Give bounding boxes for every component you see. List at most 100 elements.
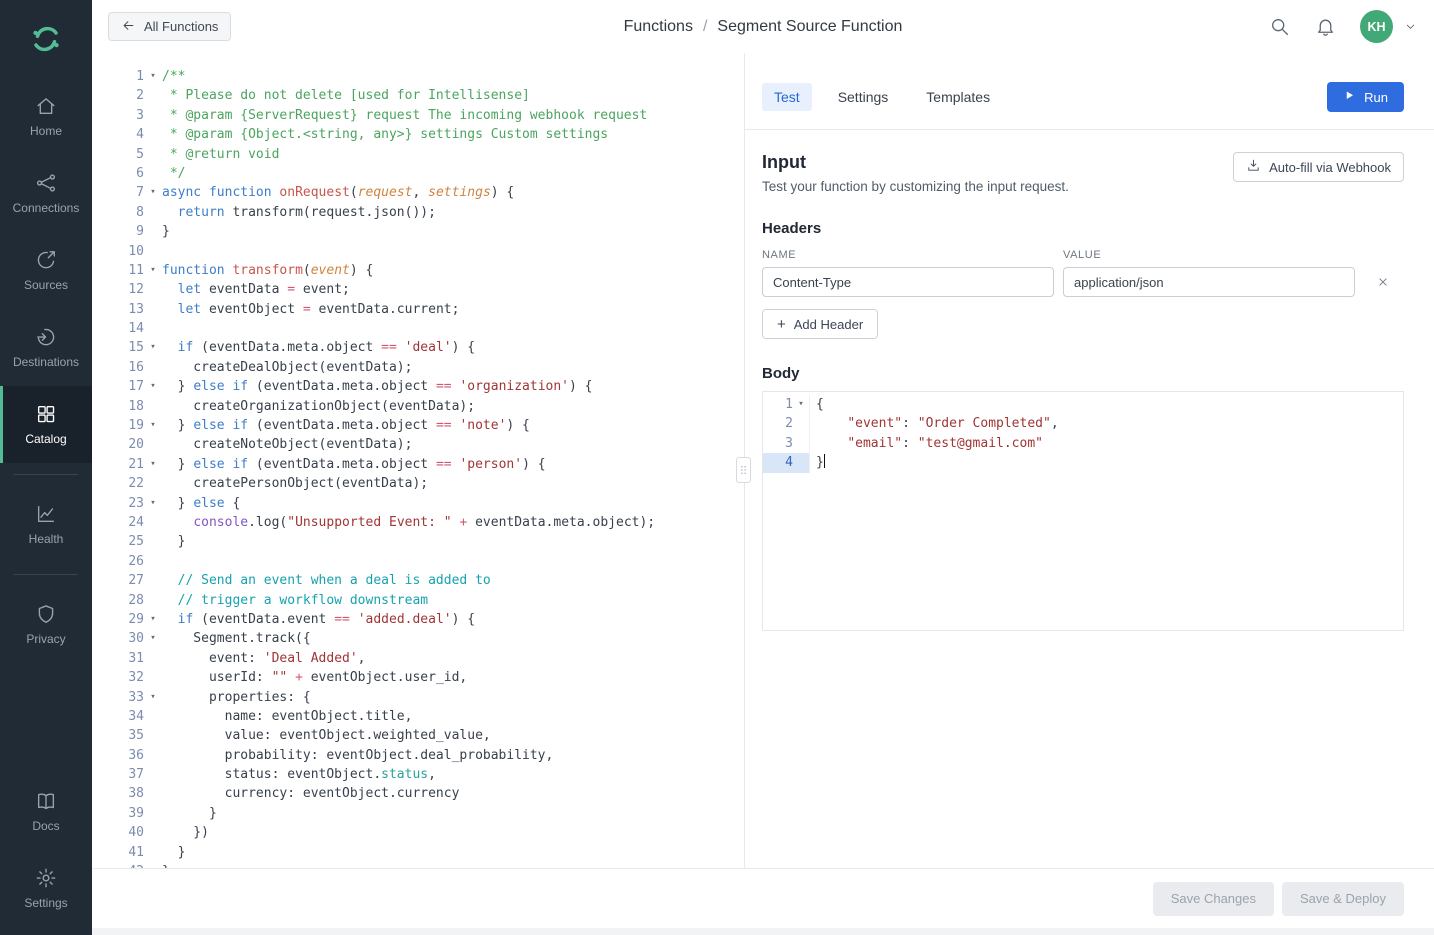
code-line[interactable]: 9} xyxy=(92,222,744,241)
fold-arrow-icon[interactable]: ▾ xyxy=(144,338,162,357)
fold-arrow-icon[interactable]: ▾ xyxy=(144,688,162,707)
code-line[interactable]: 41 } xyxy=(92,843,744,862)
fold-arrow-icon[interactable]: ▾ xyxy=(144,67,162,86)
code-line[interactable]: 20 createNoteObject(eventData); xyxy=(92,435,744,454)
code-line[interactable]: 28 // trigger a workflow downstream xyxy=(92,591,744,610)
breadcrumb-functions[interactable]: Functions xyxy=(624,18,693,36)
fold-arrow-icon[interactable]: ▾ xyxy=(793,395,809,414)
code-editor[interactable]: 1▾/**2 * Please do not delete [used for … xyxy=(92,53,744,868)
code-line[interactable]: 15▾ if (eventData.meta.object == 'deal')… xyxy=(92,338,744,357)
code-line[interactable]: 19▾ } else if (eventData.meta.object == … xyxy=(92,416,744,435)
code-line[interactable]: 32 userId: "" + eventObject.user_id, xyxy=(92,668,744,687)
line-number: 34 xyxy=(92,707,144,726)
sidebar-item-settings[interactable]: Settings xyxy=(0,850,92,927)
code-line[interactable]: 3 * @param {ServerRequest} request The i… xyxy=(92,106,744,125)
code-line[interactable]: 26 xyxy=(92,552,744,571)
code-line[interactable]: 31 event: 'Deal Added', xyxy=(92,649,744,668)
sidebar-item-connections[interactable]: Connections xyxy=(0,155,92,232)
code-line[interactable]: 14 xyxy=(92,319,744,338)
code-line[interactable]: 38 currency: eventObject.currency xyxy=(92,784,744,803)
sidebar-item-destinations[interactable]: Destinations xyxy=(0,309,92,386)
code-line[interactable]: 4 * @param {Object.<string, any>} settin… xyxy=(92,125,744,144)
code-line[interactable]: 21▾ } else if (eventData.meta.object == … xyxy=(92,455,744,474)
code-line[interactable]: 2 * Please do not delete [used for Intel… xyxy=(92,86,744,105)
avatar[interactable]: KH xyxy=(1360,10,1393,43)
code-line[interactable]: 1▾{ xyxy=(763,395,1403,414)
fold-arrow-icon[interactable]: ▾ xyxy=(144,377,162,396)
add-header-button[interactable]: + Add Header xyxy=(762,309,878,339)
sidebar-item-privacy[interactable]: Privacy xyxy=(0,586,92,663)
code-line[interactable]: 7▾async function onRequest(request, sett… xyxy=(92,183,744,202)
autofill-webhook-button[interactable]: Auto-fill via Webhook xyxy=(1233,152,1404,182)
chevron-down-icon[interactable] xyxy=(1405,21,1416,32)
fold-arrow-icon[interactable]: ▾ xyxy=(144,183,162,202)
code-line[interactable]: 35 value: eventObject.weighted_value, xyxy=(92,726,744,745)
code-line[interactable]: 24 console.log("Unsupported Event: " + e… xyxy=(92,513,744,532)
code-line[interactable]: 22 createPersonObject(eventData); xyxy=(92,474,744,493)
segment-logo[interactable] xyxy=(0,0,92,78)
gutter: 26 xyxy=(92,552,162,571)
code-line[interactable]: 1▾/** xyxy=(92,67,744,86)
sidebar-item-docs[interactable]: Docs xyxy=(0,773,92,850)
line-number: 11 xyxy=(92,261,144,280)
code-line[interactable]: 42} xyxy=(92,862,744,868)
code-line[interactable]: 33▾ properties: { xyxy=(92,688,744,707)
sidebar-item-label: Destinations xyxy=(13,355,79,369)
code-line[interactable]: 39 } xyxy=(92,804,744,823)
code-line[interactable]: 2 "event": "Order Completed", xyxy=(763,414,1403,433)
code-line[interactable]: 36 probability: eventObject.deal_probabi… xyxy=(92,746,744,765)
bell-icon[interactable] xyxy=(1314,16,1336,38)
sidebar-item-sources[interactable]: Sources xyxy=(0,232,92,309)
code-line[interactable]: 30▾ Segment.track({ xyxy=(92,629,744,648)
code-line[interactable]: 29▾ if (eventData.event == 'added.deal')… xyxy=(92,610,744,629)
code-line[interactable]: 12 let eventData = event; xyxy=(92,280,744,299)
header-name-input[interactable] xyxy=(762,267,1054,297)
gutter: 31 xyxy=(92,649,162,668)
home-icon xyxy=(35,95,57,117)
code-line[interactable]: 3 "email": "test@gmail.com" xyxy=(763,434,1403,453)
pane-resize-handle[interactable] xyxy=(736,457,751,483)
sidebar-item-health[interactable]: Health xyxy=(0,486,92,563)
code-line[interactable]: 25 } xyxy=(92,532,744,551)
code-line[interactable]: 11▾function transform(event) { xyxy=(92,261,744,280)
fold-arrow-icon[interactable]: ▾ xyxy=(144,416,162,435)
code-line[interactable]: 18 createOrganizationObject(eventData); xyxy=(92,397,744,416)
tab-test[interactable]: Test xyxy=(762,83,812,111)
code-line[interactable]: 5 * @return void xyxy=(92,145,744,164)
code-line[interactable]: 27 // Send an event when a deal is added… xyxy=(92,571,744,590)
fold-arrow-icon[interactable]: ▾ xyxy=(144,261,162,280)
remove-header-button[interactable] xyxy=(1371,270,1395,294)
tab-templates[interactable]: Templates xyxy=(914,83,1002,111)
sidebar-item-home[interactable]: Home xyxy=(0,78,92,155)
body-editor[interactable]: 1▾{2 "event": "Order Completed",3 "email… xyxy=(762,391,1404,631)
fold-spacer xyxy=(144,591,162,610)
search-icon[interactable] xyxy=(1268,16,1290,38)
code-line[interactable]: 10 xyxy=(92,242,744,261)
code-line[interactable]: 8 return transform(request.json()); xyxy=(92,203,744,222)
all-functions-back-button[interactable]: All Functions xyxy=(108,12,231,41)
code-line[interactable]: 16 createDealObject(eventData); xyxy=(92,358,744,377)
save-deploy-button[interactable]: Save & Deploy xyxy=(1282,882,1404,916)
code-text: Segment.track({ xyxy=(162,629,311,648)
code-line[interactable]: 40 }) xyxy=(92,823,744,842)
sidebar-item-catalog[interactable]: Catalog xyxy=(0,386,92,463)
tab-settings[interactable]: Settings xyxy=(826,83,901,111)
code-line[interactable]: 17▾ } else if (eventData.meta.object == … xyxy=(92,377,744,396)
code-line[interactable]: 6 */ xyxy=(92,164,744,183)
run-button[interactable]: Run xyxy=(1327,82,1404,112)
save-changes-button[interactable]: Save Changes xyxy=(1153,882,1274,916)
code-line[interactable]: 37 status: eventObject.status, xyxy=(92,765,744,784)
fold-arrow-icon[interactable]: ▾ xyxy=(144,455,162,474)
code-line[interactable]: 13 let eventObject = eventData.current; xyxy=(92,300,744,319)
header-value-input[interactable] xyxy=(1063,267,1355,297)
fold-spacer xyxy=(144,164,162,183)
code-text: "email": "test@gmail.com" xyxy=(816,434,1043,453)
code-line[interactable]: 34 name: eventObject.title, xyxy=(92,707,744,726)
fold-arrow-icon[interactable]: ▾ xyxy=(144,494,162,513)
gutter: 39 xyxy=(92,804,162,823)
code-line[interactable]: 4} xyxy=(763,453,1403,472)
code-line[interactable]: 23▾ } else { xyxy=(92,494,744,513)
fold-arrow-icon[interactable]: ▾ xyxy=(144,610,162,629)
fold-arrow-icon[interactable]: ▾ xyxy=(144,629,162,648)
line-number: 38 xyxy=(92,784,144,803)
